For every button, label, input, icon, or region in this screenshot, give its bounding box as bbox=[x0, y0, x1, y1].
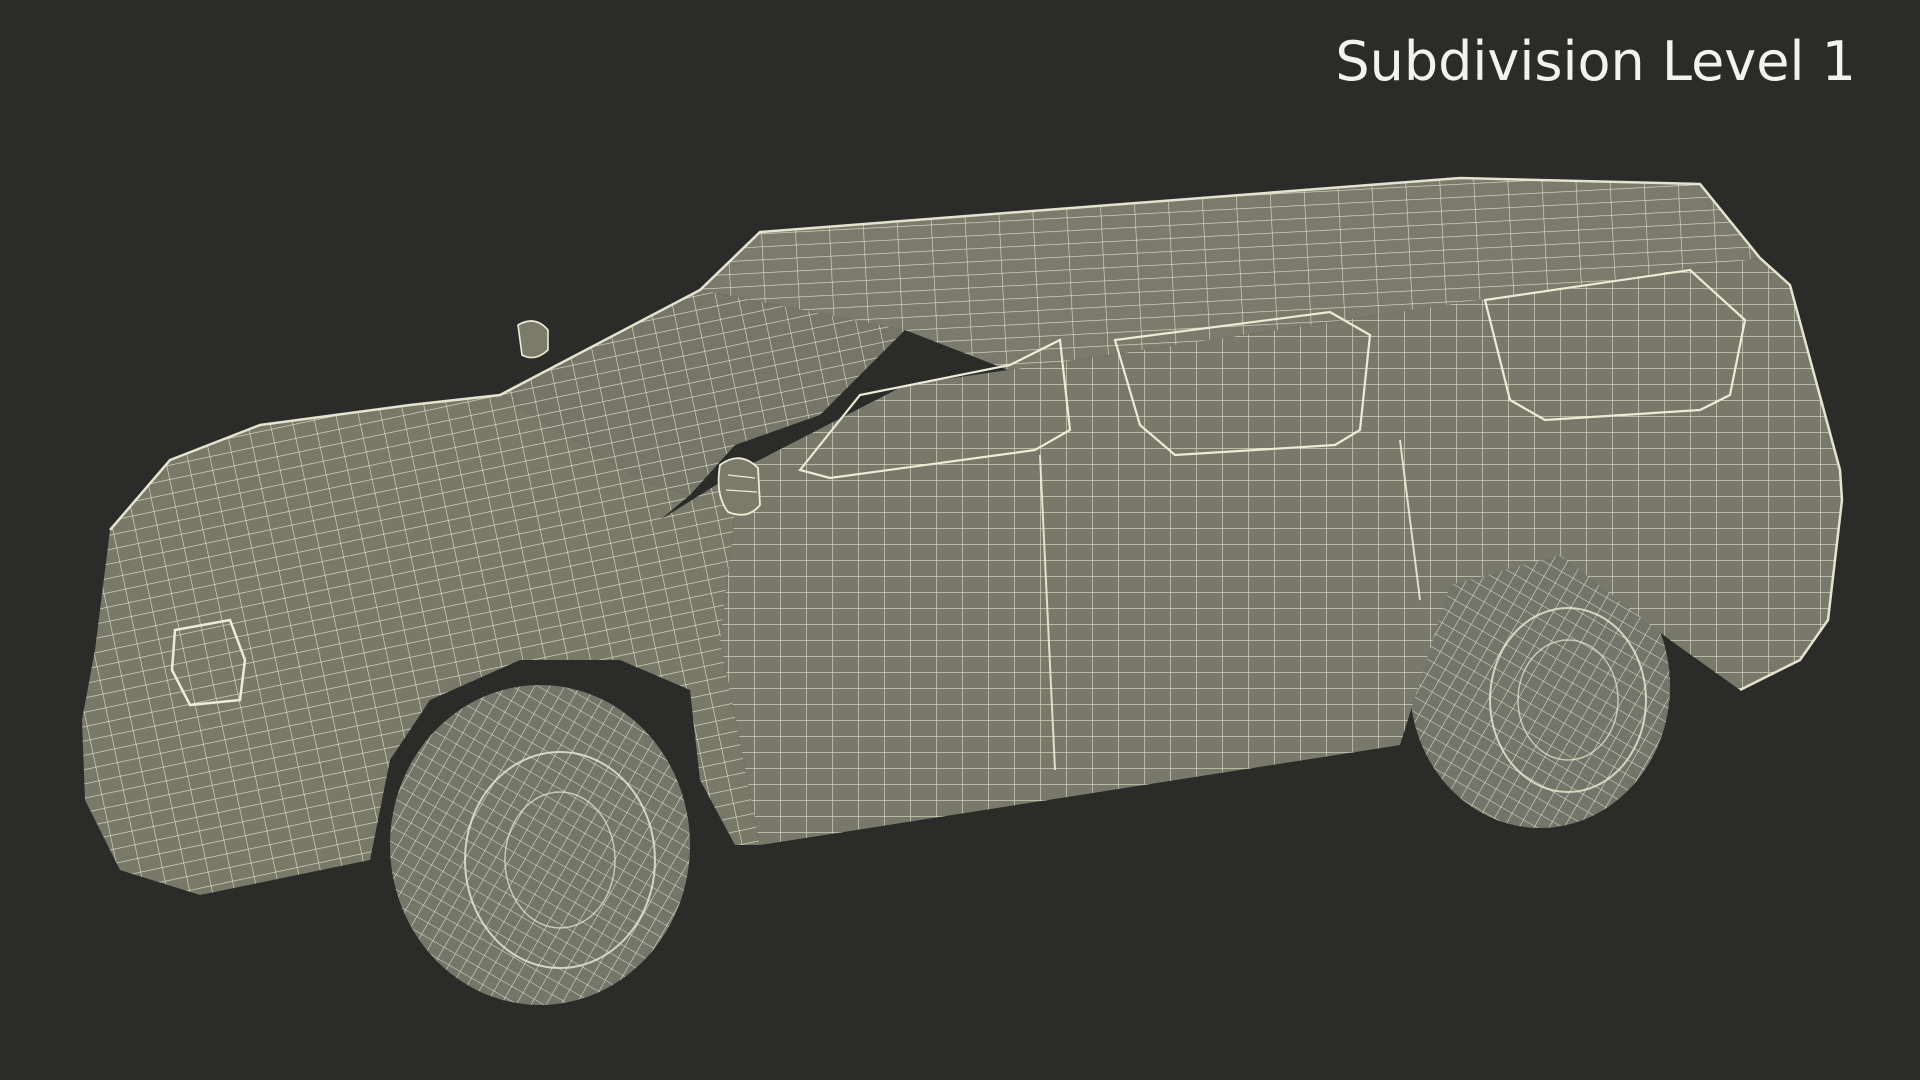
front-wheel bbox=[390, 685, 690, 1005]
side-mirror bbox=[717, 457, 761, 516]
car-wireframe-model bbox=[82, 176, 1844, 1005]
render-viewport: Subdivision Level 1 bbox=[0, 0, 1920, 1080]
far-mirror bbox=[517, 320, 549, 359]
